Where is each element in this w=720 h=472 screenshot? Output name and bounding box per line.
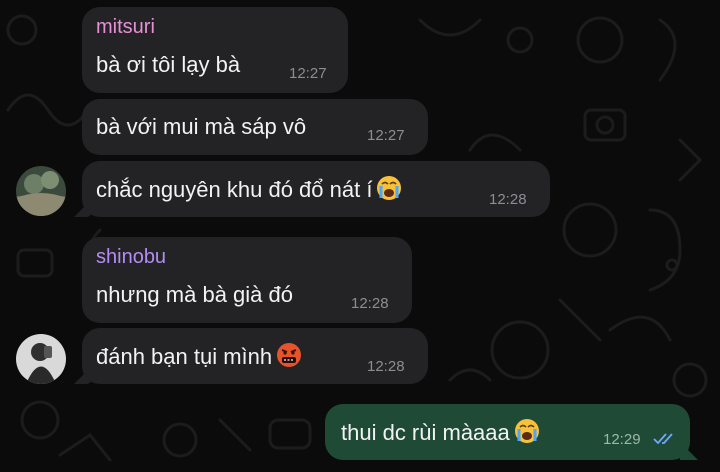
avatar[interactable]: [16, 334, 66, 384]
message-bubble[interactable]: chắc nguyên khu đó đổ nát í 12:28: [82, 161, 550, 217]
message-text: nhưng mà bà già đó: [96, 282, 293, 307]
loudly-crying-face-icon: [377, 176, 402, 200]
outgoing-message-bubble[interactable]: thui dc rùi màaaa 12:29: [325, 404, 690, 460]
message-time: 12:27: [367, 127, 405, 144]
sender-name[interactable]: shinobu: [96, 245, 166, 269]
message-text-content: chắc nguyên khu đó đổ nát í: [96, 177, 373, 202]
message-text: chắc nguyên khu đó đổ nát í: [96, 175, 402, 204]
message-time: 12:28: [367, 358, 405, 375]
message-time: 12:29: [603, 431, 641, 448]
message-text-content: thui dc rùi màaaa: [341, 420, 510, 445]
message-time: 12:28: [351, 295, 389, 312]
message-bubble[interactable]: mitsuri bà ơi tôi lạy bà 12:27: [82, 7, 348, 93]
message-bubble[interactable]: shinobu nhưng mà bà già đó 12:28: [82, 237, 412, 323]
face-with-symbols-on-mouth-icon: [277, 343, 302, 367]
message-text: bà ơi tôi lạy bà: [96, 52, 241, 77]
avatar[interactable]: [16, 166, 66, 216]
message-time: 12:27: [289, 65, 327, 82]
message-time: 12:28: [489, 191, 527, 208]
loudly-crying-face-icon: [514, 419, 539, 443]
message-text: thui dc rùi màaaa: [341, 418, 540, 447]
read-double-check-icon: [653, 433, 673, 445]
message-text: bà với mui mà sáp vô: [96, 114, 307, 139]
message-bubble[interactable]: bà với mui mà sáp vô 12:27: [82, 99, 428, 155]
message-text-content: đánh bạn tụi mình: [96, 344, 273, 369]
message-text: đánh bạn tụi mình: [96, 342, 302, 371]
sender-name[interactable]: mitsuri: [96, 15, 155, 39]
message-bubble[interactable]: đánh bạn tụi mình 12:28: [82, 328, 428, 384]
